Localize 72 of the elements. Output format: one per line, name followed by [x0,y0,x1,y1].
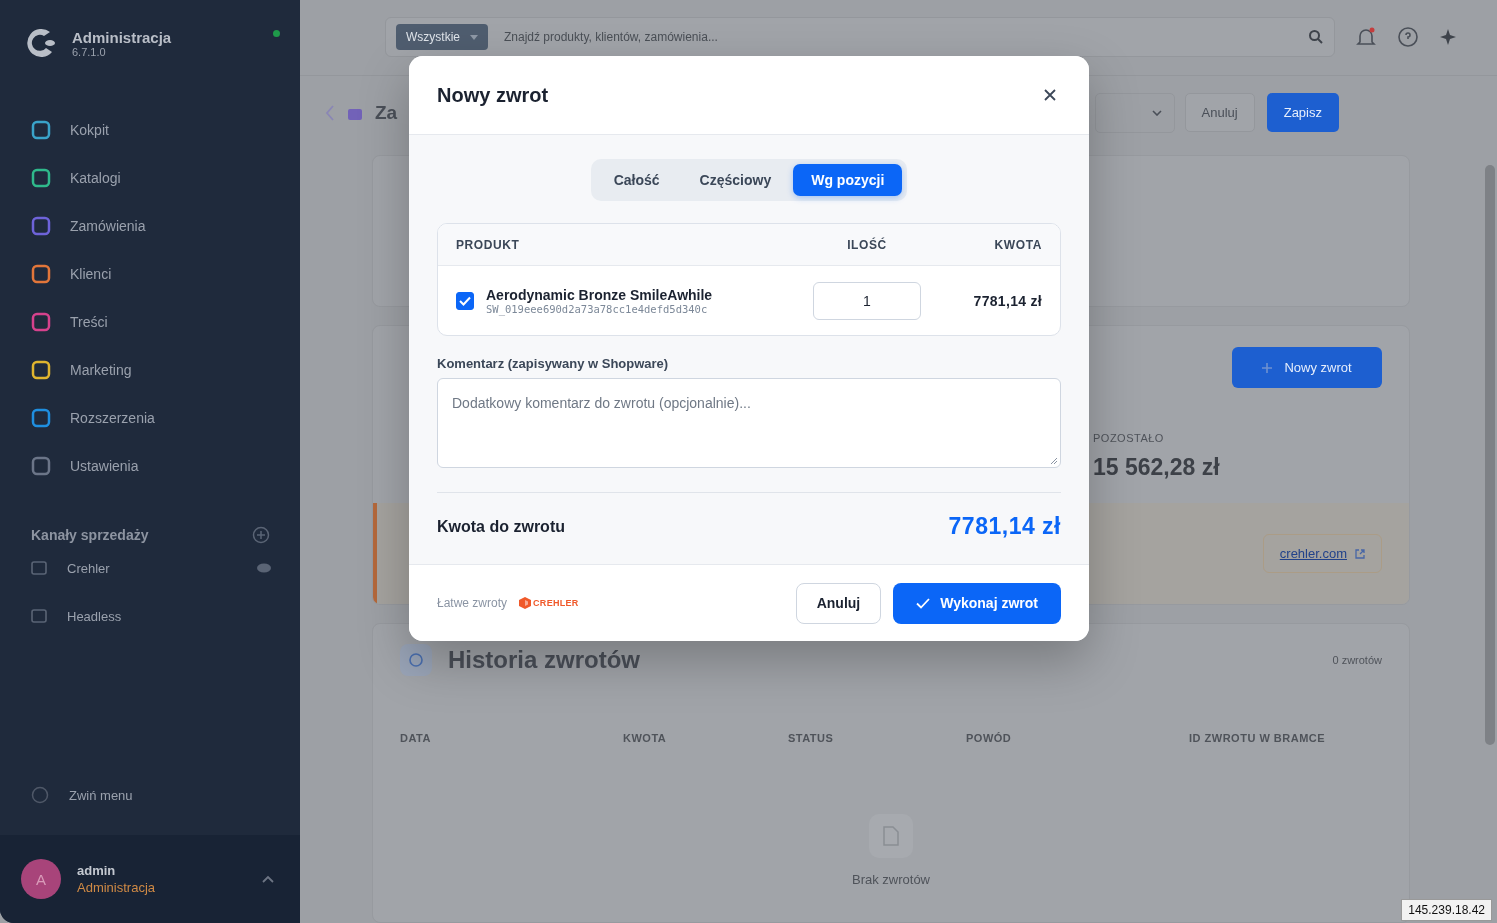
quantity-field[interactable]: 1 [813,281,921,320]
total-label: Kwota do zwrotu [437,517,565,536]
column-header: KWOTA [993,237,1042,252]
resize-handle-icon[interactable] [1050,457,1058,465]
comment-field[interactable]: Dodatkowy komentarz do zwrotu (opcjonalnie)... [437,378,1061,468]
cancel-button[interactable]: Anuluj [795,582,882,624]
caret-icon [470,34,478,40]
check-icon [916,597,931,609]
help-icon[interactable] [1397,26,1419,49]
store-icon [31,608,47,624]
sidebar-item[interactable]: Rozszerzenia [30,394,300,442]
section-title: Historia zwrotów [448,646,641,674]
product-sku: SW_019eee690d2a73a78cc1e4defd5d340c [486,302,709,315]
column-header: DATA [400,732,432,744]
search-field[interactable]: Wszystkie Znajdź produkty, klientów, zamówienia... [385,17,1335,58]
user-name: admin [77,863,117,878]
sidebar-item[interactable]: Ustawienia [30,442,300,490]
stat-value: 15 562,28 zł [1093,454,1221,481]
save-button[interactable]: Zapisz [1266,93,1339,133]
column-header: POWÓD [966,732,1013,744]
ip-address-label: 145.239.18.42 [1401,899,1492,921]
external-link[interactable]: crehler.com [1262,534,1382,573]
mode-tab[interactable]: Częściowy [681,164,790,196]
column-header: STATUS [788,732,835,744]
caret-icon [1151,109,1162,116]
cancel-button[interactable]: Anuluj [1184,93,1255,133]
amount-cell-text: 7781,14 zł [972,292,1042,309]
page-title: Za [375,101,398,124]
user-role: Administracja [77,880,157,895]
channel-item[interactable]: Headless [0,592,300,640]
section-title: Kanały sprzedaży [31,527,149,543]
sidebar-item[interactable]: Klienci [30,250,300,298]
empty-message: Brak zwrotów [852,872,930,887]
store-icon [31,560,47,576]
mode-tab[interactable]: Całość [595,164,678,196]
sidebar-item[interactable]: Katalogi [30,154,300,202]
channel-item[interactable]: Crehler [0,544,300,592]
plus-icon [1262,362,1273,373]
add-icon[interactable] [252,526,270,544]
scrollbar[interactable] [1485,165,1495,745]
column-header: PRODUKT [456,237,521,252]
dialog-title: Nowy zwrot [437,83,549,107]
document-icon [869,814,913,858]
filter-dropdown[interactable]: Wszystkie [396,24,488,51]
sidebar-item[interactable]: Kokpit [30,106,300,154]
close-icon [1043,88,1057,102]
sidebar-item[interactable]: Treści [30,298,300,346]
chevron-up-icon[interactable] [262,875,274,883]
sidebar-item[interactable]: Marketing [30,346,300,394]
product-name: Aerodynamic Bronze SmileAwhile [486,286,713,303]
mode-tab[interactable]: Wg pozycji [793,164,903,196]
sidebar-item[interactable]: Zamówienia [30,202,300,250]
column-header: KWOTA [623,732,668,744]
column-header: ILOŚĆ [846,237,888,252]
check-icon [459,295,471,306]
collapse-icon [31,786,49,804]
footer-text: Łatwe zwroty [437,596,508,610]
column-header: ID ZWROTU W BRAMCE [1189,732,1327,744]
refund-count: 0 zwrotów [1332,654,1382,666]
field-label: Komentarz (zapisywany w Shopware) [437,356,670,371]
search-icon[interactable] [1308,29,1324,46]
collapse-menu[interactable]: Zwiń menu [0,775,300,835]
confirm-button[interactable]: Wykonaj zwrot [893,582,1061,624]
external-link-icon [1355,548,1365,559]
brand-logo: CREHLER [519,597,784,609]
app-title: Administracja [72,28,173,46]
app-version: 6.7.1.0 [72,45,106,58]
new-refund-button[interactable]: Nowy zwrot [1232,347,1382,388]
checkbox[interactable] [456,291,474,310]
total-amount: 7781,14 zł [948,513,1061,540]
clock-icon [400,644,432,676]
stat-label: POZOSTAŁO [1093,432,1165,444]
